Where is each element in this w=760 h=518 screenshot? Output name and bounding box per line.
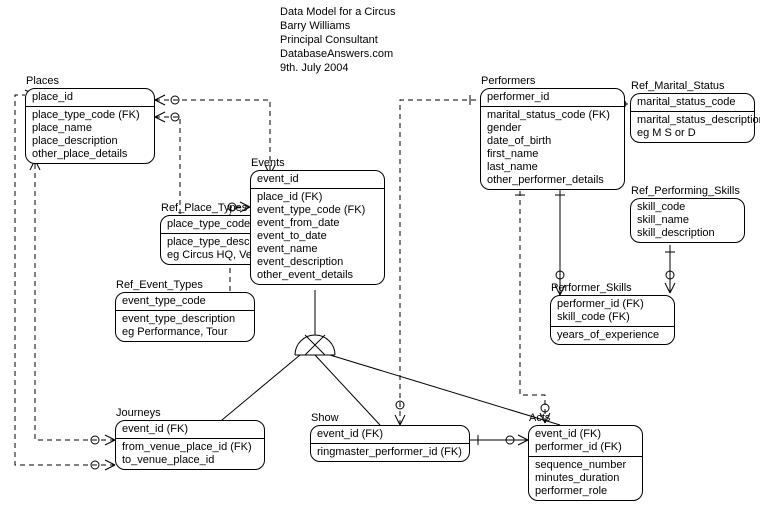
pk: performer_id [481, 89, 624, 106]
entity-acts: Acts event_id (FK) performer_id (FK) seq… [528, 425, 643, 501]
entity-label: Ref_Performing_Skills [631, 185, 740, 197]
field: ringmaster_performer_id (FK) [311, 443, 469, 461]
entity-label: Ref_Place_Types [161, 202, 247, 214]
entity-label: Places [26, 75, 59, 87]
entity-show: Show event_id (FK) ringmaster_performer_… [310, 425, 470, 462]
field: marital_status_code (FK) [487, 109, 618, 122]
entity-label: Ref_Marital_Status [631, 80, 725, 92]
entity-label: Acts [529, 412, 550, 424]
field: minutes_duration [535, 472, 636, 485]
field: event_name [257, 243, 378, 256]
entity-performers: Performers performer_id marital_status_c… [480, 88, 625, 190]
field: place_description [32, 135, 148, 148]
field: first_name [487, 148, 618, 161]
header-role: Principal Consultant [280, 33, 396, 47]
entity-ref-marital-status: Ref_Marital_Status marital_status_code m… [630, 93, 755, 143]
field: event_to_date [257, 230, 378, 243]
pk: event_type_code [116, 293, 254, 310]
field: skill_code (FK) [557, 311, 668, 324]
entity-label: Show [311, 412, 339, 424]
header-site: DatabaseAnswers.com [280, 47, 396, 61]
field: last_name [487, 161, 618, 174]
field: years_of_experience [557, 329, 668, 342]
field: eg Performance, Tour [122, 326, 248, 339]
pk: place_id [26, 89, 154, 106]
entity-label: Events [251, 157, 285, 169]
field: performer_role [535, 485, 636, 498]
header-date: 9th. July 2004 [280, 61, 396, 75]
field: date_of_birth [487, 135, 618, 148]
field: skill_name [637, 214, 738, 227]
field: place_id (FK) [257, 191, 378, 204]
field: event_from_date [257, 217, 378, 230]
pk: marital_status_code [631, 94, 754, 111]
field: performer_id (FK) [557, 298, 668, 311]
field: from_venue_place_id (FK) [122, 441, 258, 454]
field: event_id (FK) [311, 426, 469, 443]
field: place_type_code (FK) [32, 109, 148, 122]
header-title: Data Model for a Circus [280, 5, 396, 19]
field: gender [487, 122, 618, 135]
field: event_type_code (FK) [257, 204, 378, 217]
field: other_event_details [257, 269, 378, 282]
entity-journeys: Journeys event_id (FK) from_venue_place_… [115, 420, 265, 470]
field: event_type_description [122, 313, 248, 326]
entity-label: Performer_Skills [551, 282, 632, 294]
entity-label: Ref_Event_Types [116, 279, 203, 291]
field: skill_description [637, 227, 738, 240]
field: event_description [257, 256, 378, 269]
field: to_venue_place_id [122, 454, 258, 467]
entity-label: Performers [481, 75, 535, 87]
field: sequence_number [535, 459, 636, 472]
pk: skill_code [637, 201, 738, 214]
field: other_place_details [32, 148, 148, 161]
field: marital_status_description [637, 114, 748, 127]
field: eg M S or D [637, 127, 748, 140]
pk: event_id [251, 171, 384, 188]
entity-label: Journeys [116, 407, 161, 419]
entity-performer-skills: Performer_Skills performer_id (FK) skill… [550, 295, 675, 345]
entity-events: Events event_id place_id (FK) event_type… [250, 170, 385, 285]
entity-ref-event-types: Ref_Event_Types event_type_code event_ty… [115, 292, 255, 342]
entity-ref-performing-skills: Ref_Performing_Skills skill_code skill_n… [630, 198, 745, 243]
diagram-header: Data Model for a Circus Barry Williams P… [280, 5, 396, 75]
field: performer_id (FK) [535, 441, 636, 454]
pk: event_id (FK) [116, 421, 264, 438]
header-author: Barry Williams [280, 19, 396, 33]
entity-places: Places place_id place_type_code (FK) pla… [25, 88, 155, 164]
field: other_performer_details [487, 174, 618, 187]
field: place_name [32, 122, 148, 135]
field: event_id (FK) [535, 428, 636, 441]
